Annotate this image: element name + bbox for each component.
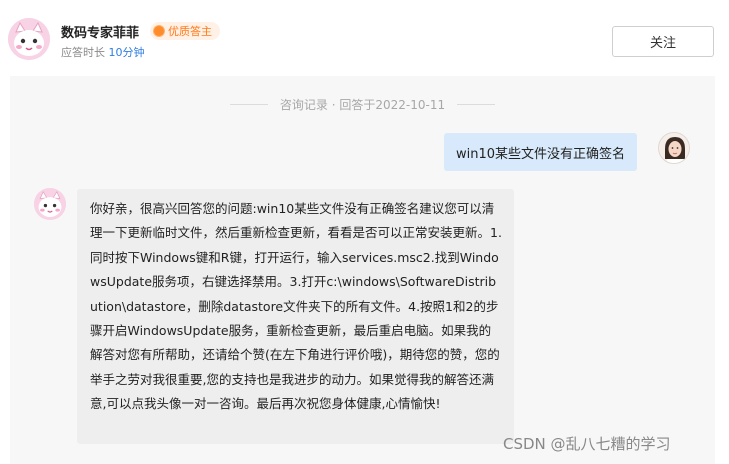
divider-line-right — [457, 103, 495, 105]
expert-header: 数码专家菲菲 优质答主 应答时长 10分钟 关注 — [0, 0, 729, 72]
record-label: 咨询记录 · 回答于2022-10-11 — [279, 97, 446, 112]
expert-answer-avatar[interactable] — [34, 188, 66, 220]
quality-badge: 优质答主 — [150, 22, 220, 40]
response-time-value: 10分钟 — [108, 46, 145, 59]
divider-line-left — [230, 103, 268, 105]
record-divider: 咨询记录 · 回答于2022-10-11 — [230, 95, 495, 113]
expert-name: 数码专家菲菲 — [61, 26, 140, 41]
consult-record-panel: 咨询记录 · 回答于2022-10-11 win10某些文件没有正确签名 你好亲… — [10, 76, 715, 464]
response-time: 应答时长 10分钟 — [61, 44, 145, 60]
user-avatar[interactable] — [658, 132, 690, 164]
answer-bubble: 你好亲，很高兴回答您的问题:win10某些文件没有正确签名建议您可以清理一下更新… — [77, 189, 514, 444]
csdn-watermark: CSDN @乱八七糟的学习 — [503, 435, 671, 453]
expert-avatar[interactable] — [8, 18, 50, 60]
response-time-label: 应答时长 — [61, 46, 105, 59]
badge-label: 优质答主 — [168, 25, 212, 38]
question-bubble: win10某些文件没有正确签名 — [444, 133, 638, 171]
follow-button[interactable]: 关注 — [612, 26, 714, 57]
medal-icon — [153, 25, 165, 37]
